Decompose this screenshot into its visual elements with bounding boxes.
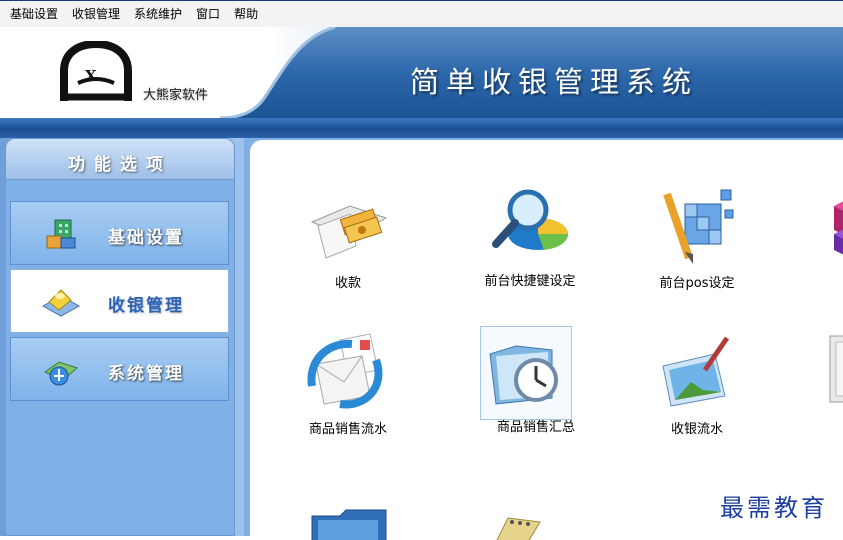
content-frame: 收款 前台快捷键设定 前台pos设定 商品销售流水 商品销售汇总 收银流水 <box>244 138 843 540</box>
function-label: 钱箱 <box>798 274 843 293</box>
svg-text:X: X <box>85 67 97 85</box>
watermark: 最需教育 <box>720 494 828 522</box>
menu-basic-settings[interactable]: 基础设置 <box>0 1 65 27</box>
function-label: 前台快捷键设定 <box>484 274 576 289</box>
function-pos-settings[interactable]: 前台pos设定 <box>643 184 751 304</box>
building-blocks-icon <box>46 219 76 249</box>
function-label: 商品销售流水 <box>308 422 387 437</box>
sidebar-item-label: 系统管理 <box>108 364 184 384</box>
mail-refresh-icon <box>307 333 383 409</box>
sidebar-item-cashier-management[interactable]: 收银管理 <box>10 269 229 333</box>
function-panel: 收款 前台快捷键设定 前台pos设定 商品销售流水 商品销售汇总 收银流水 <box>250 140 843 540</box>
company-logo-icon: X <box>60 41 132 101</box>
menu-bar: 基础设置 收银管理 系统维护 窗口 帮助 <box>0 0 843 27</box>
sidebar-item-label: 收银管理 <box>108 296 184 316</box>
function-label: 收银流水 <box>670 422 723 437</box>
function-cash-drawer[interactable]: 钱箱 <box>808 186 843 306</box>
function-label: 商品销售汇总 <box>496 420 575 435</box>
document-stack-icon <box>829 335 843 403</box>
money-folder-icon <box>310 205 388 259</box>
sidebar-header: 功能选项 <box>5 138 235 180</box>
company-name: 大熊家软件 <box>143 88 209 103</box>
function-sales-summary[interactable]: 商品销售汇总 <box>480 326 590 448</box>
menu-help[interactable]: 帮助 <box>227 1 265 27</box>
menu-window[interactable]: 窗口 <box>189 1 227 27</box>
magnifier-pie-chart-icon <box>492 189 569 250</box>
function-collect-payment[interactable]: 收款 <box>294 184 402 304</box>
system-globe-icon <box>43 361 78 386</box>
sidebar-item-basic-settings[interactable]: 基础设置 <box>10 201 229 265</box>
cash-drawer-icon <box>834 201 843 255</box>
sidebar-item-system-management[interactable]: 系统管理 <box>10 337 229 401</box>
cubes-pencil-icon <box>663 189 734 264</box>
function-label: 收款 <box>334 276 361 291</box>
function-hotkey-settings[interactable]: 前台快捷键设定 <box>476 182 584 302</box>
clock-folder-icon <box>489 345 558 405</box>
function-cashier-other[interactable]: 收 <box>808 330 843 450</box>
function-label: 收 <box>798 418 843 437</box>
cash-register-icon <box>41 289 81 317</box>
system-title: 简单收银管理系统 <box>410 65 699 99</box>
picture-paint-icon <box>662 336 730 407</box>
function-sales-flow[interactable]: 商品销售流水 <box>294 330 402 450</box>
app-banner: X 大熊家软件 简单收银管理系统 <box>0 27 843 118</box>
sidebar: 功能选项 基础设置 收银管理 系统管理 <box>0 138 244 536</box>
menu-system-maintenance[interactable]: 系统维护 <box>127 1 189 27</box>
function-label: 前台pos设定 <box>659 276 735 291</box>
banner-divider-strip <box>0 118 843 138</box>
sidebar-item-label: 基础设置 <box>108 228 184 248</box>
sidebar-header-label: 功能选项 <box>68 155 172 175</box>
menu-cashier-management[interactable]: 收银管理 <box>65 1 127 27</box>
folder-icon[interactable] <box>306 506 396 540</box>
function-cashier-flow[interactable]: 收银流水 <box>643 330 751 450</box>
